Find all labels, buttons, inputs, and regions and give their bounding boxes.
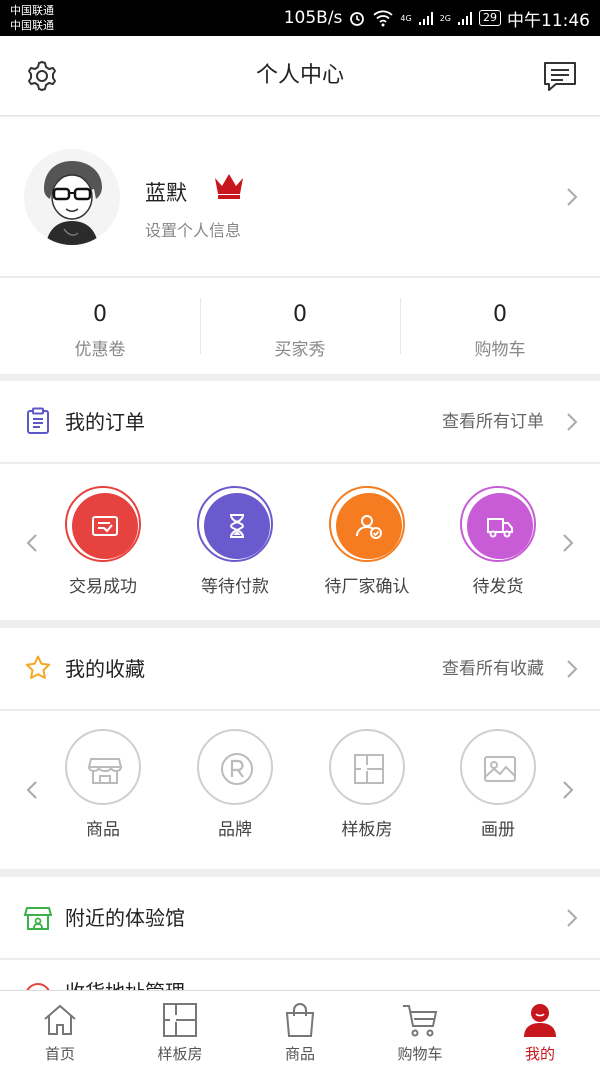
address-management-item[interactable]: 收货地址管理 — [0, 960, 600, 990]
stat-label: 优惠卷 — [74, 340, 126, 360]
favorites-title: 我的收藏 — [65, 657, 145, 681]
order-status-row: 交易成功 等待付款 待厂家确认 待发货 — [0, 464, 600, 620]
stat-value: 0 — [493, 302, 507, 327]
favorite-albums[interactable]: 画册 — [428, 729, 568, 840]
order-status-label: 待厂家确认 — [324, 577, 410, 597]
home-icon — [44, 1004, 76, 1035]
signal-icon — [418, 12, 433, 25]
order-status-label: 等待付款 — [201, 577, 269, 597]
tab-label: 首页 — [44, 1045, 75, 1063]
wifi-icon — [373, 10, 394, 27]
chevron-right-icon — [567, 188, 578, 206]
favorite-label: 样板房 — [341, 820, 393, 840]
nearby-showrooms-item[interactable]: 附近的体验馆 — [0, 877, 600, 959]
order-status-awaiting-confirmation[interactable]: 待厂家确认 — [297, 486, 437, 597]
tab-label: 我的 — [524, 1045, 555, 1063]
stat-coupons[interactable]: 0 优惠卷 — [0, 278, 200, 374]
page-title: 个人中心 — [255, 63, 344, 88]
location-icon — [26, 983, 50, 990]
stat-label: 买家秀 — [274, 340, 326, 360]
tab-cart[interactable]: 购物车 — [360, 991, 480, 1067]
star-icon — [25, 655, 51, 679]
clipboard-icon — [27, 407, 49, 434]
favorites-header[interactable]: 我的收藏 查看所有收藏 — [0, 628, 600, 710]
network-speed: 105B/s — [283, 8, 343, 28]
chevron-right-icon[interactable] — [562, 533, 574, 553]
profile-card[interactable]: 蓝默 设置个人信息 — [0, 117, 600, 277]
clock: 中午11:46 — [507, 10, 590, 31]
stats-row: 0 优惠卷 0 买家秀 0 购物车 — [0, 278, 600, 374]
alarm-icon — [350, 12, 365, 26]
favorite-label: 商品 — [86, 820, 120, 840]
hourglass-icon — [229, 514, 245, 538]
favorite-label: 画册 — [481, 820, 515, 840]
user-icon — [524, 1004, 556, 1037]
store-icon — [87, 758, 123, 784]
bottom-tab-bar: 首页 样板房 商品 购物车 我的 — [0, 990, 600, 1067]
favorites-row: 商品 品牌 样板房 画册 — [0, 711, 600, 869]
chevron-right-icon — [567, 413, 578, 431]
order-status-label: 交易成功 — [69, 577, 137, 597]
tab-label: 商品 — [284, 1045, 315, 1063]
user-name: 蓝默 — [145, 181, 187, 205]
avatar-illustration — [24, 149, 120, 245]
chevron-right-icon — [567, 909, 578, 927]
network-type-1: 4G — [400, 13, 412, 23]
stat-label: 购物车 — [474, 340, 526, 360]
view-all-favorites-link[interactable]: 查看所有收藏 — [442, 628, 544, 710]
stat-value: 0 — [293, 302, 307, 327]
floorplan-icon — [354, 754, 384, 784]
signal-icon — [458, 12, 472, 25]
order-status-awaiting-shipment[interactable]: 待发货 — [428, 486, 568, 597]
stat-cart[interactable]: 0 购物车 — [400, 278, 600, 374]
stat-value: 0 — [93, 302, 107, 327]
favorite-brands[interactable]: 品牌 — [165, 729, 305, 840]
address-title: 收货地址管理 — [65, 976, 185, 990]
chevron-right-icon — [567, 660, 578, 678]
top-nav-bar: 个人中心 — [0, 36, 600, 116]
stat-buyer-show[interactable]: 0 买家秀 — [200, 278, 400, 374]
carrier-info: 中国联通 中国联通 — [10, 3, 54, 33]
network-type-2: 2G — [439, 13, 451, 23]
bag-icon — [285, 1003, 315, 1037]
status-bar: 中国联通 中国联通 105B/s 4G 2G 29 中午11:46 — [0, 0, 600, 36]
avatar[interactable] — [24, 149, 120, 245]
profile-settings-hint: 设置个人信息 — [145, 221, 242, 240]
crown-icon — [215, 174, 243, 199]
tab-label: 购物车 — [397, 1045, 443, 1063]
carrier-1: 中国联通 — [10, 4, 54, 17]
orders-header[interactable]: 我的订单 查看所有订单 — [0, 381, 600, 463]
registered-icon — [221, 753, 253, 785]
cart-icon — [403, 1005, 438, 1037]
tab-products[interactable]: 商品 — [240, 991, 360, 1067]
order-status-pending-payment[interactable]: 等待付款 — [165, 486, 305, 597]
orders-title: 我的订单 — [65, 410, 145, 434]
favorite-showrooms[interactable]: 样板房 — [297, 729, 437, 840]
favorite-label: 品牌 — [218, 820, 252, 840]
nearby-title: 附近的体验馆 — [65, 906, 185, 930]
tab-showroom[interactable]: 样板房 — [120, 991, 240, 1067]
carrier-2: 中国联通 — [10, 19, 54, 32]
storefront-icon — [24, 907, 52, 930]
favorite-products[interactable]: 商品 — [33, 729, 173, 840]
order-status-label: 待发货 — [472, 577, 524, 597]
user-check-icon — [356, 515, 382, 539]
floorplan-icon — [163, 1003, 197, 1037]
view-all-orders-link[interactable]: 查看所有订单 — [442, 381, 544, 463]
chevron-right-icon[interactable] — [562, 780, 574, 800]
message-icon[interactable] — [542, 58, 578, 94]
tab-home[interactable]: 首页 — [0, 991, 120, 1067]
tab-label: 样板房 — [157, 1045, 203, 1063]
tab-me[interactable]: 我的 — [480, 991, 600, 1067]
battery-level: 29 — [479, 10, 501, 26]
image-icon — [484, 756, 516, 782]
order-status-completed[interactable]: 交易成功 — [33, 486, 173, 597]
truck-icon — [487, 518, 513, 538]
receipt-icon — [92, 516, 118, 536]
